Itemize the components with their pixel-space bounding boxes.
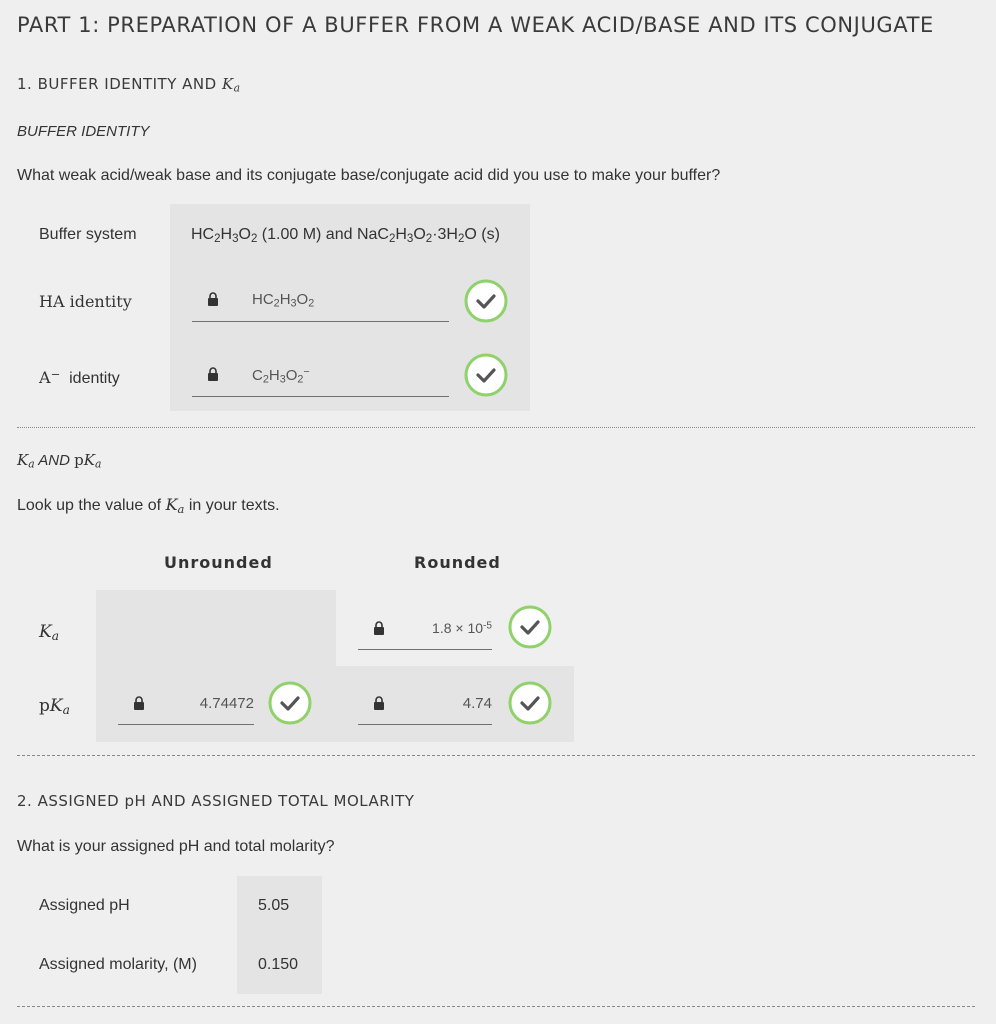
- checkmark-circle-icon: [464, 279, 508, 323]
- ha-identity-value: HC2H3O2: [252, 291, 315, 310]
- section-divider: [17, 1006, 975, 1007]
- checkmark-circle-icon: [508, 605, 552, 649]
- column-header-rounded: Rounded: [414, 553, 501, 572]
- ka-unrounded-cell: [96, 590, 336, 666]
- assigned-molarity-value: 0.150: [258, 956, 299, 973]
- pka-rounded-value: 4.74: [462, 695, 492, 712]
- buffer-system-label: Buffer system: [39, 226, 137, 243]
- part-title: PART 1: PREPARATION OF A BUFFER FROM A W…: [17, 13, 934, 37]
- lock-icon: [134, 696, 144, 710]
- section-1-title: 1. BUFFER IDENTITY AND Ka: [17, 75, 241, 95]
- a-identity-field[interactable]: C2H3O2−: [192, 363, 449, 397]
- lock-icon: [374, 621, 384, 635]
- lock-icon: [374, 696, 384, 710]
- ka-row-label: Ka: [39, 622, 59, 644]
- assigned-ph-label: Assigned pH: [39, 897, 130, 914]
- section-divider: [17, 427, 975, 428]
- buffer-identity-subhead: BUFFER IDENTITY: [17, 123, 150, 140]
- section-2-question: What is your assigned pH and total molar…: [17, 838, 335, 855]
- pka-rounded-field[interactable]: 4.74: [358, 692, 492, 725]
- a-identity-value: C2H3O2−: [252, 366, 310, 386]
- ka-question: Look up the value of Ka in your texts.: [17, 495, 280, 516]
- checkmark-circle-icon: [464, 353, 508, 397]
- section-2-title: 2. ASSIGNED pH AND ASSIGNED TOTAL MOLARI…: [17, 792, 415, 810]
- ka-pka-subhead: Ka AND pKa: [17, 451, 102, 471]
- column-header-unrounded: Unrounded: [164, 553, 273, 572]
- buffer-identity-question: What weak acid/weak base and its conjuga…: [17, 167, 721, 184]
- checkmark-circle-icon: [268, 681, 312, 725]
- buffer-system-value: HC2H3O2 (1.00 M) and NaC2H3O2·3H2O (s): [191, 226, 500, 245]
- pka-unrounded-value: 4.74472: [199, 695, 254, 712]
- ka-rounded-field[interactable]: 1.8 × 10-5: [358, 617, 492, 650]
- section-1-title-ka: Ka: [221, 75, 241, 95]
- assigned-molarity-label: Assigned molarity, (M): [39, 956, 197, 973]
- assigned-ph-value: 5.05: [258, 897, 290, 914]
- checkmark-circle-icon: [508, 681, 552, 725]
- assigned-values-shaded-column: [237, 876, 322, 994]
- lock-icon: [208, 367, 218, 381]
- ka-rounded-value: 1.8 × 10-5: [432, 620, 492, 636]
- section-1-title-text: 1. BUFFER IDENTITY AND: [17, 75, 222, 93]
- pka-unrounded-field[interactable]: 4.74472: [118, 692, 254, 725]
- lock-icon: [208, 292, 218, 306]
- section-divider: [17, 755, 975, 756]
- pka-row-label: pKa: [39, 696, 70, 718]
- ha-identity-field[interactable]: HC2H3O2: [192, 288, 449, 322]
- a-identity-label: A− identity: [39, 367, 120, 388]
- ha-identity-label: HA identity: [39, 292, 132, 311]
